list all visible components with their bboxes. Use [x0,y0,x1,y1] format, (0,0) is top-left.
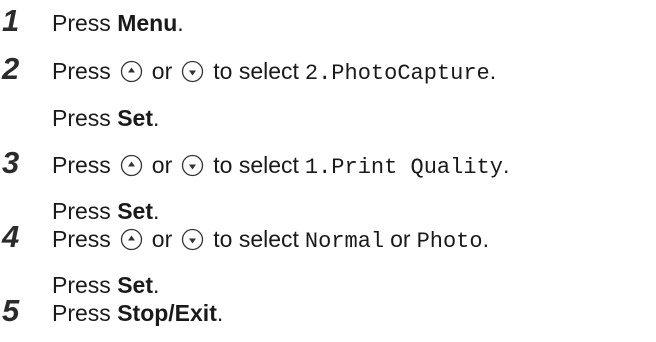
down-arrow-button-icon [181,60,204,83]
to-select-text: to select [213,152,299,178]
step-line: Press Set. [52,272,159,298]
period: . [177,10,184,36]
press-text: Press [52,10,118,36]
up-arrow-button-icon [120,154,143,177]
stop-exit-key-label: Stop/Exit [117,300,217,326]
menu-option: Photo [416,229,483,254]
step-line: Press or to select 1.Print Quality. [52,152,509,181]
instructions-page: { "steps": [ { "number": "1", "lines": [… [0,0,656,342]
menu-option: Normal [304,229,385,254]
step-number: 3 [2,145,20,180]
to-select-text: to select [213,226,299,252]
period: . [152,105,160,131]
press-text: Press [52,272,118,298]
press-text: Press [52,152,111,178]
step-line: Press or to select 2.PhotoCapture. [52,58,496,87]
or-text: or [151,58,173,84]
press-text: Press [52,198,118,224]
step-number: 5 [2,293,20,328]
step-line: Press Set. [52,105,159,131]
step-number: 4 [2,219,20,254]
menu-option: 1.Print Quality [304,155,503,180]
step-line: Press Menu. [52,10,184,36]
step-line: Press or to select Normal or Photo. [52,226,489,255]
press-text: Press [52,105,118,131]
press-text: Press [52,226,111,252]
step-line: Press Stop/Exit. [52,300,223,326]
down-arrow-button-icon [181,154,204,177]
press-text: Press [52,300,118,326]
or-text: or [390,226,411,252]
up-arrow-button-icon [120,228,143,251]
press-text: Press [52,58,111,84]
set-key-label: Set [117,272,153,298]
down-arrow-button-icon [181,228,204,251]
period: . [489,58,497,84]
step-number: 1 [2,3,20,38]
period: . [152,198,160,224]
to-select-text: to select [213,58,299,84]
menu-option: 2.PhotoCapture [304,61,490,86]
step-number: 2 [2,51,20,86]
set-key-label: Set [117,105,153,131]
period: . [152,272,160,298]
menu-key-label: Menu [117,10,178,36]
period: . [502,152,510,178]
period: . [216,300,224,326]
step-line: Press Set. [52,198,159,224]
period: . [482,226,489,252]
or-text: or [151,152,173,178]
or-text: or [151,226,173,252]
set-key-label: Set [117,198,153,224]
up-arrow-button-icon [120,60,143,83]
